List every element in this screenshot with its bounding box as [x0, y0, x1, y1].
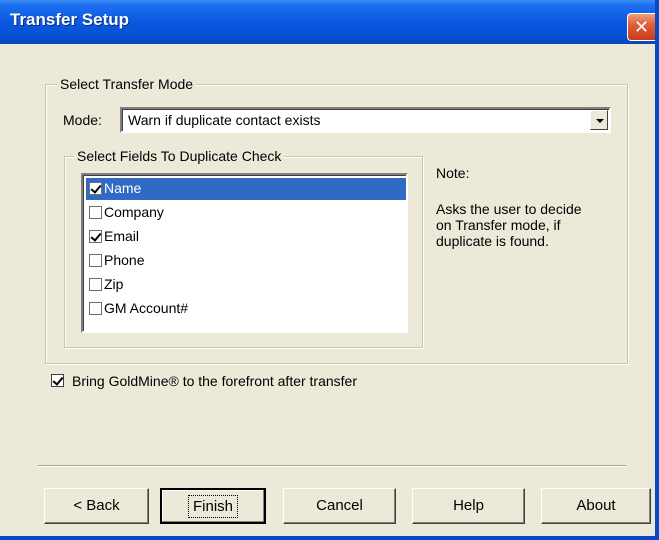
note-title: Note:: [436, 165, 470, 181]
checkbox[interactable]: [89, 302, 102, 315]
duplicate-fields-list[interactable]: Name Company Email Phone Zip GM Account#: [81, 173, 408, 333]
back-button-label: < Back: [73, 497, 120, 514]
cancel-button-label: Cancel: [316, 497, 363, 514]
about-button[interactable]: About: [541, 488, 651, 524]
field-item-name[interactable]: Name: [86, 178, 406, 200]
checkbox[interactable]: [89, 278, 102, 291]
checkbox[interactable]: [89, 206, 102, 219]
mode-dropdown[interactable]: Warn if duplicate contact exists: [120, 107, 611, 133]
field-item-label: Name: [104, 180, 142, 196]
bring-to-front-checkbox[interactable]: [51, 374, 64, 387]
checkbox[interactable]: [89, 230, 102, 243]
duplicate-fields-group-label: Select Fields To Duplicate Check: [74, 148, 285, 164]
separator: [38, 465, 626, 467]
field-item-email[interactable]: Email: [86, 226, 406, 248]
field-item-label: Phone: [104, 252, 145, 268]
checkbox[interactable]: [89, 182, 102, 195]
field-item-label: Email: [104, 228, 140, 244]
about-button-label: About: [576, 497, 616, 514]
note-text: Asks the user to decide on Transfer mode…: [436, 201, 582, 249]
chevron-down-icon[interactable]: [590, 110, 608, 130]
transfer-mode-group-label: Select Transfer Mode: [57, 76, 197, 92]
field-item-label: Zip: [104, 276, 124, 292]
field-item-phone[interactable]: Phone: [86, 250, 406, 272]
cancel-button[interactable]: Cancel: [283, 488, 396, 524]
mode-label: Mode:: [63, 112, 102, 128]
field-item-gm-account[interactable]: GM Account#: [86, 298, 406, 320]
field-item-zip[interactable]: Zip: [86, 274, 406, 296]
checkbox[interactable]: [89, 254, 102, 267]
field-item-company[interactable]: Company: [86, 202, 406, 224]
close-button[interactable]: ✕: [627, 13, 655, 41]
field-item-label: Company: [104, 204, 164, 220]
help-button[interactable]: Help: [412, 488, 525, 524]
help-button-label: Help: [453, 497, 484, 514]
transfer-setup-dialog: Transfer Setup ✕ Select Transfer Mode Mo…: [0, 0, 659, 540]
back-button[interactable]: < Back: [44, 488, 149, 524]
window-title: Transfer Setup: [10, 10, 130, 29]
bring-to-front-label[interactable]: Bring GoldMine® to the forefront after t…: [72, 373, 357, 389]
close-icon: ✕: [633, 17, 650, 37]
finish-button[interactable]: Finish: [160, 488, 266, 524]
mode-dropdown-value: Warn if duplicate contact exists: [128, 112, 321, 128]
finish-button-label: Finish: [187, 495, 238, 518]
title-bar[interactable]: Transfer Setup ✕: [0, 0, 655, 44]
field-item-label: GM Account#: [104, 300, 189, 316]
